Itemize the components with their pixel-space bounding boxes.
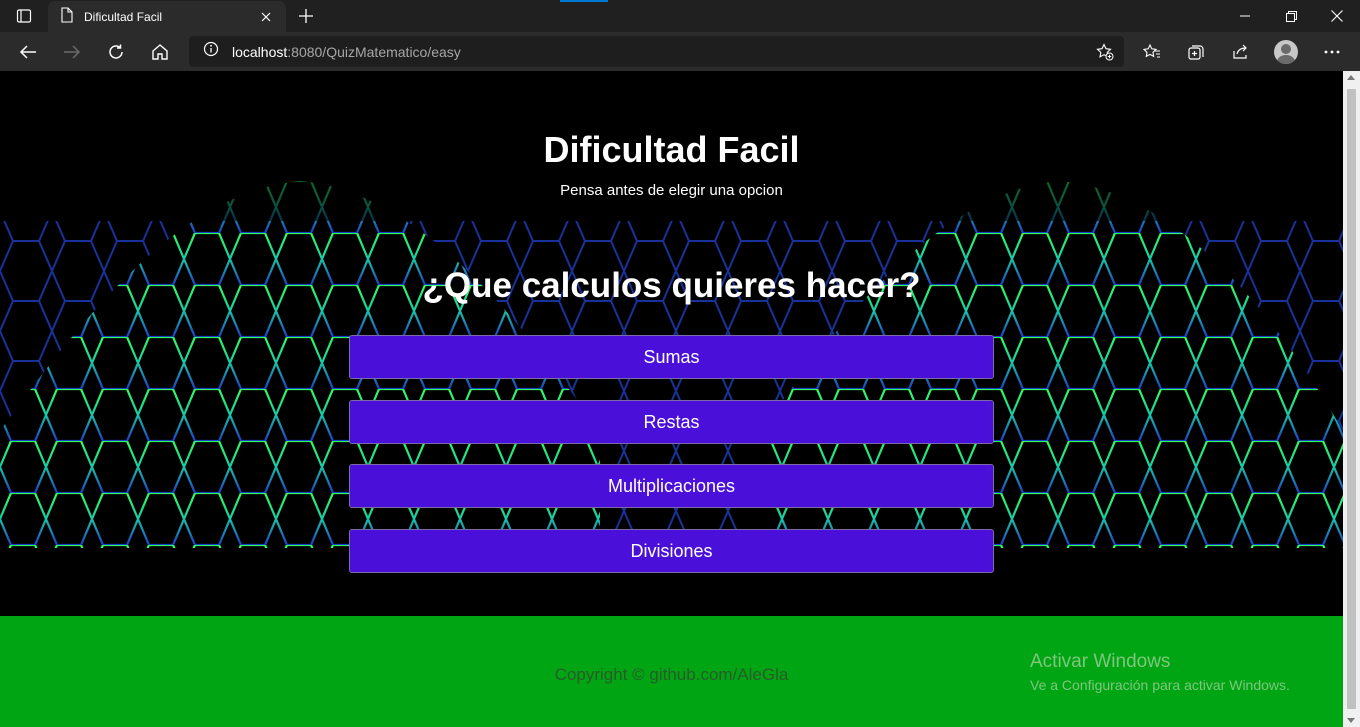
minimize-icon[interactable]: [1222, 0, 1268, 32]
restore-icon[interactable]: [1268, 0, 1314, 32]
url-host: localhost: [232, 43, 288, 60]
address-bar[interactable]: localhost:8080/QuizMatematico/easy: [189, 36, 1124, 67]
scroll-down-icon[interactable]: [1347, 718, 1355, 723]
favorites-icon[interactable]: [1134, 34, 1170, 70]
watermark-title: Activar Windows: [1030, 651, 1171, 672]
question-heading: ¿Que calculos quieres hacer?: [422, 266, 921, 305]
tab-title: Dificultad Facil: [84, 9, 163, 24]
browser-tab[interactable]: Dificultad Facil: [48, 1, 286, 32]
page-subtitle: Pensa antes de elegir una opcion: [560, 182, 783, 199]
scroll-up-icon[interactable]: [1347, 75, 1355, 80]
browser-tab-bar: Dificultad Facil: [0, 0, 1360, 32]
more-options-icon[interactable]: [1314, 34, 1350, 70]
tab-actions-icon[interactable]: [0, 0, 48, 32]
watermark-subtitle: Ve a Configuración para activar Windows.: [1030, 677, 1290, 693]
page-icon: [60, 7, 74, 26]
browser-toolbar: localhost:8080/QuizMatematico/easy: [0, 32, 1360, 71]
sumas-button[interactable]: Sumas: [349, 335, 994, 379]
footer: Copyright © github.com/AleGla Activar Wi…: [0, 616, 1343, 727]
new-tab-icon[interactable]: [290, 0, 322, 32]
divisiones-button[interactable]: Divisiones: [349, 529, 994, 573]
url-path: :8080/QuizMatematico/easy: [287, 43, 461, 60]
multiplicaciones-button[interactable]: Multiplicaciones: [349, 464, 994, 508]
restas-button[interactable]: Restas: [349, 400, 994, 444]
close-window-icon[interactable]: [1314, 0, 1360, 32]
vertical-scrollbar[interactable]: [1343, 71, 1360, 727]
add-favorite-icon[interactable]: [1094, 41, 1116, 63]
close-tab-icon[interactable]: [256, 7, 276, 27]
tab-accent-line: [560, 0, 608, 2]
forward-icon[interactable]: [54, 34, 90, 70]
back-icon[interactable]: [10, 34, 46, 70]
collections-icon[interactable]: [1178, 34, 1214, 70]
windows-activation-watermark: Activar Windows Ve a Configuración para …: [1030, 651, 1290, 693]
site-info-icon[interactable]: [203, 41, 219, 62]
share-icon[interactable]: [1222, 34, 1258, 70]
url-text: localhost:8080/QuizMatematico/easy: [232, 44, 461, 60]
refresh-icon[interactable]: [98, 34, 134, 70]
scrollbar-thumb[interactable]: [1347, 89, 1356, 709]
page-viewport: Dificultad Facil Pensa antes de elegir u…: [0, 71, 1343, 727]
profile-avatar-icon[interactable]: [1274, 40, 1298, 64]
page-title: Dificultad Facil: [543, 129, 800, 170]
home-icon[interactable]: [142, 34, 178, 70]
